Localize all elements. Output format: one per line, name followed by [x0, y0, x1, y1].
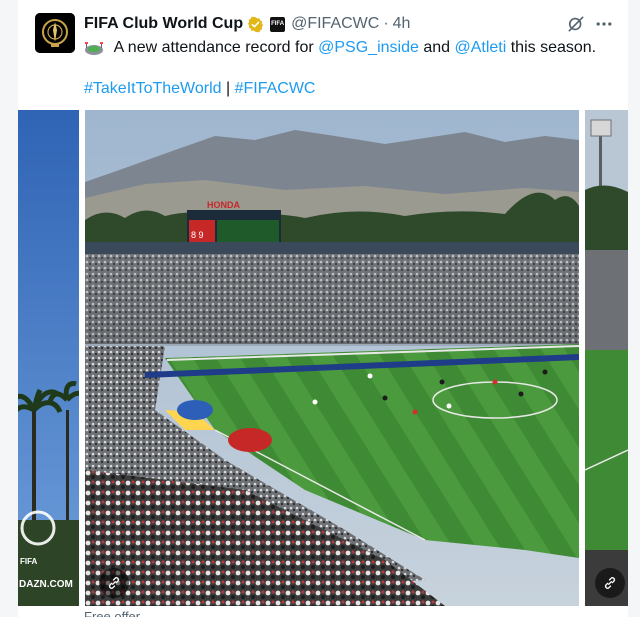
hashtags: #TakeItToTheWorld | #FIFACWC — [84, 79, 315, 99]
text-and: and — [418, 39, 455, 56]
stadium-image: HONDA 8 9 — [85, 110, 579, 606]
media-panel-main[interactable]: HONDA 8 9 — [85, 110, 579, 606]
tweet-text: A new attendance record for @PSG_inside … — [84, 38, 596, 58]
text-tail: this season. — [506, 39, 597, 56]
scoreboard-digits: 8 9 — [191, 230, 204, 240]
affiliate-badge[interactable]: FIFA — [270, 16, 286, 32]
truncated-caption: Free offer — [84, 609, 141, 617]
fifa-cwc-logo — [35, 13, 75, 53]
media-carousel[interactable]: FIFA DAZN.COM HONDA 8 9 — [18, 110, 628, 606]
chain-icon — [108, 577, 120, 589]
avatar[interactable] — [35, 13, 75, 53]
text-intro: A new attendance record for — [110, 39, 319, 56]
stadium-emoji-icon — [85, 42, 103, 55]
honda-billboard: HONDA — [207, 200, 240, 210]
mention-psg[interactable]: @PSG_inside — [318, 38, 419, 58]
tweet-time[interactable]: 4h — [393, 15, 411, 33]
hashtag-fifacwc[interactable]: #FIFACWC — [235, 80, 316, 97]
author-name[interactable]: FIFA Club World Cup — [84, 15, 243, 33]
dazn-watermark: DAZN.COM — [19, 579, 73, 590]
link-icon-right[interactable] — [595, 568, 625, 598]
hashtag-take-it-to-the-world[interactable]: #TakeItToTheWorld — [84, 80, 222, 97]
more-options-icon[interactable] — [594, 14, 614, 34]
verified-badge-icon — [248, 16, 264, 32]
stadium-partial-image — [585, 110, 628, 606]
chain-icon — [604, 577, 616, 589]
left-fifa-badge: FIFA — [20, 557, 38, 566]
tweet-card[interactable]: FIFA Club World Cup FIFA @FIFACWC · 4h A… — [18, 0, 628, 617]
author-handle[interactable]: @FIFACWC — [291, 15, 379, 33]
palm-trees-image: FIFA DAZN.COM — [18, 110, 79, 606]
media-panel-left[interactable]: FIFA DAZN.COM — [18, 110, 79, 606]
tweet-header: FIFA Club World Cup FIFA @FIFACWC · 4h — [84, 13, 410, 35]
media-panel-right[interactable] — [585, 110, 628, 606]
separator-dot: · — [383, 15, 389, 32]
hashtag-separator: | — [221, 80, 235, 97]
grok-icon[interactable] — [566, 14, 586, 34]
link-icon[interactable] — [99, 568, 129, 598]
mention-atleti[interactable]: @Atleti — [454, 38, 506, 58]
